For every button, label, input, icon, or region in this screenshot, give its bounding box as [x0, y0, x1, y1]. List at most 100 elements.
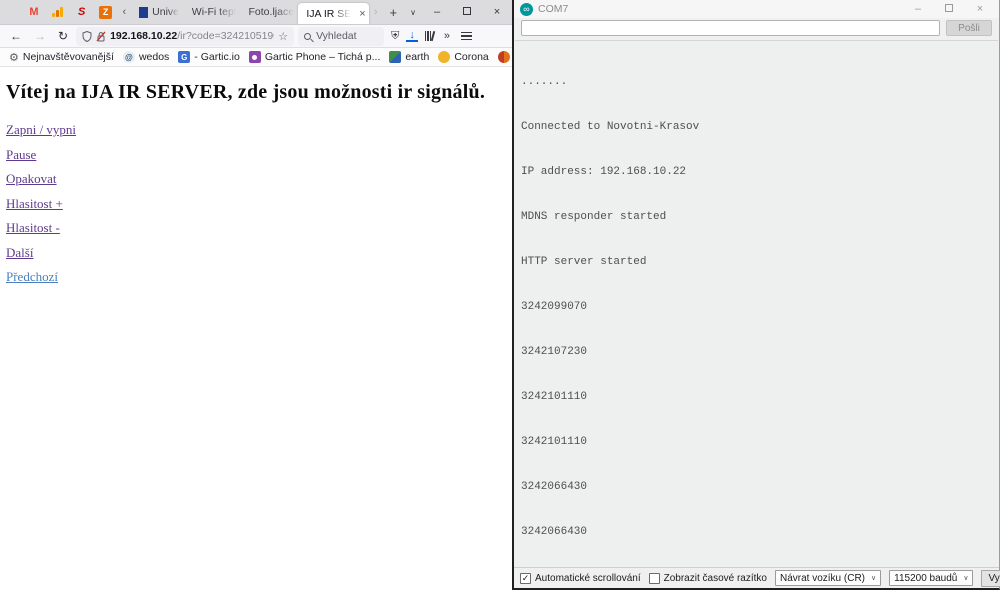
timestamp-checkbox[interactable]	[649, 573, 660, 584]
page-link-pause[interactable]: Pause	[6, 147, 506, 163]
bookmark-gartic-io[interactable]: G- Gartic.io	[175, 51, 243, 63]
autoscroll-option: ✓ Automatické scrollování	[520, 573, 641, 584]
serial-output-line: MDNS responder started	[521, 210, 992, 225]
toolbar-overflow-icon[interactable]: »	[441, 30, 453, 42]
serial-output-area[interactable]: ....... Connected to Novotni-Krasov IP a…	[515, 40, 998, 567]
serial-output-line: 3242066430	[521, 480, 992, 495]
bookmark-corona[interactable]: Corona	[435, 51, 491, 63]
bookmark-gartic-phone[interactable]: Gartic Phone – Tichá p...	[246, 51, 384, 63]
serial-output-line: IP address: 192.168.10.22	[521, 165, 992, 180]
maximize-icon	[945, 4, 953, 12]
bookmark-label: wedos	[139, 51, 169, 63]
camera-icon	[249, 51, 261, 63]
chevron-down-icon: ∨	[963, 574, 968, 582]
serial-output-line: HTTP server started	[521, 255, 992, 270]
page-link-opakovat[interactable]: Opakovat	[6, 171, 506, 187]
insecure-lock-icon[interactable]	[96, 31, 106, 42]
search-input[interactable]: Vyhledat	[298, 27, 384, 46]
page-link-zapni-vypni[interactable]: Zapni / vypni	[6, 122, 506, 138]
pinned-tab-analytics[interactable]	[46, 0, 70, 24]
bookmark-label: Corona	[454, 51, 488, 63]
bookmark-kolostesti[interactable]: kolostesti	[495, 51, 512, 63]
seznam-icon: S	[78, 6, 85, 18]
minimize-button[interactable]: –	[422, 6, 452, 18]
tab-foto[interactable]: Foto.ljace	[241, 0, 299, 24]
serial-monitor-titlebar: ∞ COM7 – ×	[514, 0, 999, 18]
z-app-icon: Z	[99, 6, 112, 19]
serial-close-button[interactable]: ×	[967, 3, 993, 15]
scroll-tabs-left-button[interactable]: ‹	[118, 6, 132, 18]
search-placeholder: Vyhledat	[316, 30, 356, 42]
tab-ija-ir-server-active[interactable]: IJA IR SE ×	[298, 3, 369, 24]
serial-maximize-button[interactable]	[936, 3, 962, 15]
pinned-tab-seznam[interactable]: S	[70, 0, 94, 24]
serial-minimize-button[interactable]: –	[905, 3, 931, 15]
bookmark-wedos[interactable]: @ wedos	[120, 51, 172, 63]
tab-favicon	[139, 7, 148, 18]
gear-icon: ⚙	[9, 51, 19, 64]
pinned-tab-z[interactable]: Z	[94, 0, 118, 24]
bookmark-earth[interactable]: earth	[386, 51, 432, 63]
ball-icon	[498, 51, 510, 63]
serial-status-bar: ✓ Automatické scrollování Zobrazit časov…	[514, 567, 999, 588]
corona-icon	[438, 51, 450, 63]
tab-label: Wi-Fi tepl	[192, 6, 236, 18]
forward-button[interactable]: →	[30, 29, 50, 43]
page-link-hlasitost-plus[interactable]: Hlasitost +	[6, 196, 506, 212]
autoscroll-label: Automatické scrollování	[535, 573, 641, 584]
back-button[interactable]: ←	[6, 29, 26, 43]
downloads-button[interactable]: ↓	[406, 30, 418, 42]
clear-output-button[interactable]: Vymazat výstup	[981, 570, 1000, 587]
serial-send-row: Pošli	[514, 18, 999, 40]
scroll-tabs-right-button[interactable]: ›	[369, 6, 383, 18]
list-all-tabs-button[interactable]: ∨	[404, 8, 422, 17]
baud-rate-select[interactable]: 115200 baudů ∨	[889, 570, 973, 586]
maximize-button[interactable]	[452, 6, 482, 18]
line-ending-select[interactable]: Návrat vozíku (CR) ∨	[775, 570, 881, 586]
serial-output-line: 3242066430	[521, 525, 992, 540]
analytics-icon	[52, 7, 63, 17]
bookmark-star-icon[interactable]: ☆	[278, 30, 288, 43]
maximize-icon	[463, 7, 471, 15]
tab-wifi-tepl[interactable]: Wi-Fi tepl	[184, 0, 241, 24]
send-button[interactable]: Pošli	[946, 20, 992, 36]
page-link-hlasitost-minus[interactable]: Hlasitost -	[6, 220, 506, 236]
tab-label: Unive	[152, 6, 179, 18]
bookmark-label: Gartic Phone – Tichá p...	[265, 51, 381, 63]
gmail-icon: M	[29, 6, 38, 18]
serial-output-line: .......	[521, 75, 992, 90]
bookmark-most-visited[interactable]: ⚙ Nejnavštěvovanější	[6, 51, 117, 64]
tab-close-icon[interactable]: ×	[359, 8, 365, 20]
serial-monitor-window: ∞ COM7 – × Pošli ....... Connected to No…	[512, 0, 1000, 590]
wedos-icon: @	[123, 51, 135, 63]
gartic-icon: G	[178, 51, 190, 63]
search-icon	[304, 33, 311, 40]
earth-icon	[389, 51, 401, 63]
serial-output-line: 3242099070	[521, 300, 992, 315]
screen: M S Z ‹ Unive Wi-Fi tepl Foto.ljace IJA …	[0, 0, 1000, 590]
web-page-content: Vítej na IJA IR SERVER, zde jsou možnost…	[0, 67, 512, 590]
autoscroll-checkbox[interactable]: ✓	[520, 573, 531, 584]
url-text: 192.168.10.22/ir?code=3242105190	[110, 30, 274, 42]
line-ending-value: Návrat vozíku (CR)	[780, 573, 865, 584]
tracking-shield-icon[interactable]	[82, 31, 92, 42]
timestamp-label: Zobrazit časové razítko	[664, 573, 767, 584]
browser-window-controls: – ×	[422, 0, 512, 24]
timestamp-option: Zobrazit časové razítko	[649, 573, 767, 584]
page-link-predchozi[interactable]: Předchozí	[6, 269, 506, 285]
serial-output-line: 3242107230	[521, 345, 992, 360]
reload-button[interactable]: ↻	[54, 29, 72, 43]
pinned-tab-gmail[interactable]: M	[22, 0, 46, 24]
serial-output-line: 3242101110	[521, 390, 992, 405]
bookmark-label: Nejnavštěvovanější	[23, 51, 114, 63]
pocket-icon[interactable]: ⛨	[388, 30, 402, 43]
new-tab-button[interactable]: +	[383, 5, 405, 20]
library-icon[interactable]	[422, 31, 437, 41]
navigation-toolbar: ← → ↻ 192.168.10.22/ir?code=3242105190 ☆…	[0, 24, 512, 48]
menu-icon[interactable]	[457, 32, 476, 41]
address-bar[interactable]: 192.168.10.22/ir?code=3242105190 ☆	[76, 27, 294, 46]
tab-unive[interactable]: Unive	[131, 0, 184, 24]
page-link-dalsi[interactable]: Další	[6, 245, 506, 261]
close-button[interactable]: ×	[482, 6, 512, 18]
serial-message-input[interactable]	[521, 20, 940, 36]
